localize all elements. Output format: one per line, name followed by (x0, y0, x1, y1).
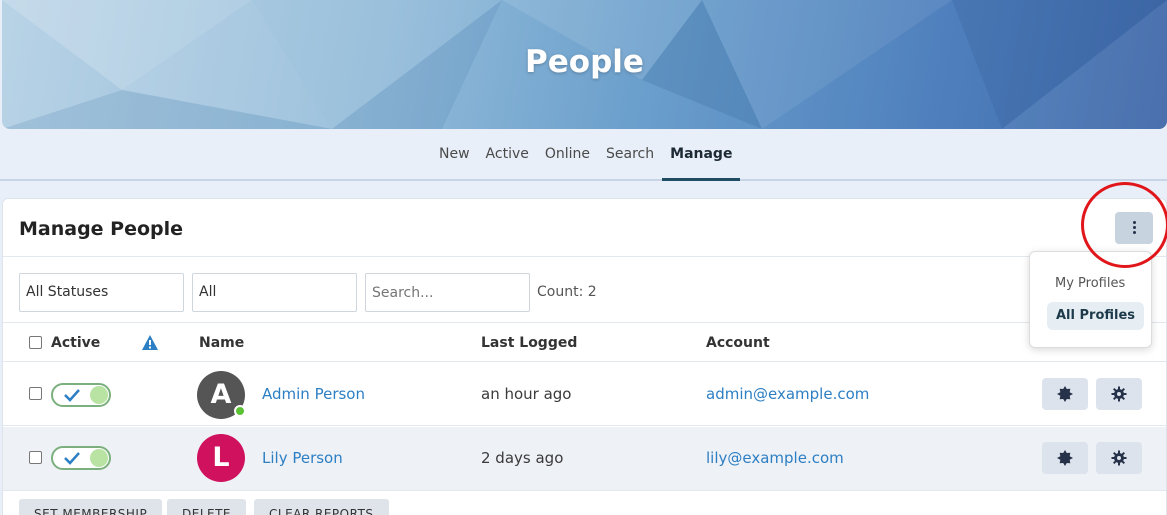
gear-icon (1111, 386, 1127, 402)
check-icon (64, 452, 80, 465)
search-input[interactable] (365, 273, 530, 312)
badge-button[interactable] (1042, 442, 1088, 474)
divider (3, 256, 1166, 257)
settings-button[interactable] (1096, 442, 1142, 474)
active-toggle[interactable] (51, 446, 111, 470)
column-last-logged: Last Logged (481, 335, 578, 351)
badge-icon (1057, 386, 1073, 402)
badge-icon (1057, 450, 1073, 466)
tab-new[interactable]: New (431, 129, 478, 181)
column-account: Account (706, 335, 770, 351)
active-toggle[interactable] (51, 383, 111, 407)
person-name-link[interactable]: Admin Person (262, 385, 365, 403)
page-title: People (525, 44, 644, 80)
set-membership-button[interactable]: SET MEMBERSHIP (19, 499, 163, 515)
select-all-checkbox[interactable] (29, 336, 42, 349)
card-title: Manage People (19, 218, 184, 240)
row-checkbox[interactable] (29, 387, 42, 400)
check-icon (64, 389, 80, 402)
avatar[interactable]: L (197, 434, 245, 482)
result-count: Count: 2 (537, 284, 597, 300)
toggle-knob (90, 449, 108, 467)
table-header: Active Name Last Logged Account (3, 322, 1166, 362)
annotation-circle (1081, 182, 1167, 268)
table-row: L Lily Person 2 days ago lily@example.co… (3, 427, 1166, 491)
account-email-link[interactable]: admin@example.com (706, 385, 869, 403)
tab-search[interactable]: Search (598, 129, 662, 181)
last-logged-value: an hour ago (481, 385, 572, 403)
gear-icon (1111, 450, 1127, 466)
settings-button[interactable] (1096, 378, 1142, 410)
column-name: Name (199, 335, 245, 351)
online-status-icon (234, 405, 246, 417)
tab-online[interactable]: Online (537, 129, 598, 181)
manage-people-card: Manage People All Statuses All Count: 2 … (2, 198, 1167, 515)
menu-item-my-profiles[interactable]: My Profiles (1055, 270, 1125, 298)
row-checkbox[interactable] (29, 451, 42, 464)
person-name-link[interactable]: Lily Person (262, 449, 343, 467)
tab-active[interactable]: Active (478, 129, 537, 181)
status-filter-select[interactable]: All Statuses (19, 273, 184, 312)
type-filter-select[interactable]: All (192, 273, 357, 312)
account-email-link[interactable]: lily@example.com (706, 449, 844, 467)
tab-manage[interactable]: Manage (662, 129, 741, 181)
toggle-knob (90, 386, 108, 404)
clear-reports-button[interactable]: CLEAR REPORTS (254, 499, 389, 515)
delete-button[interactable]: DELETE (167, 499, 247, 515)
column-active: Active (51, 335, 101, 351)
page-banner: People (2, 0, 1167, 129)
table-row: A Admin Person an hour ago admin@example… (3, 362, 1166, 426)
warning-icon[interactable] (141, 334, 159, 351)
menu-item-all-profiles[interactable]: All Profiles (1047, 302, 1145, 330)
sub-navigation: New Active Online Search Manage (0, 129, 1167, 181)
last-logged-value: 2 days ago (481, 449, 564, 467)
badge-button[interactable] (1042, 378, 1088, 410)
